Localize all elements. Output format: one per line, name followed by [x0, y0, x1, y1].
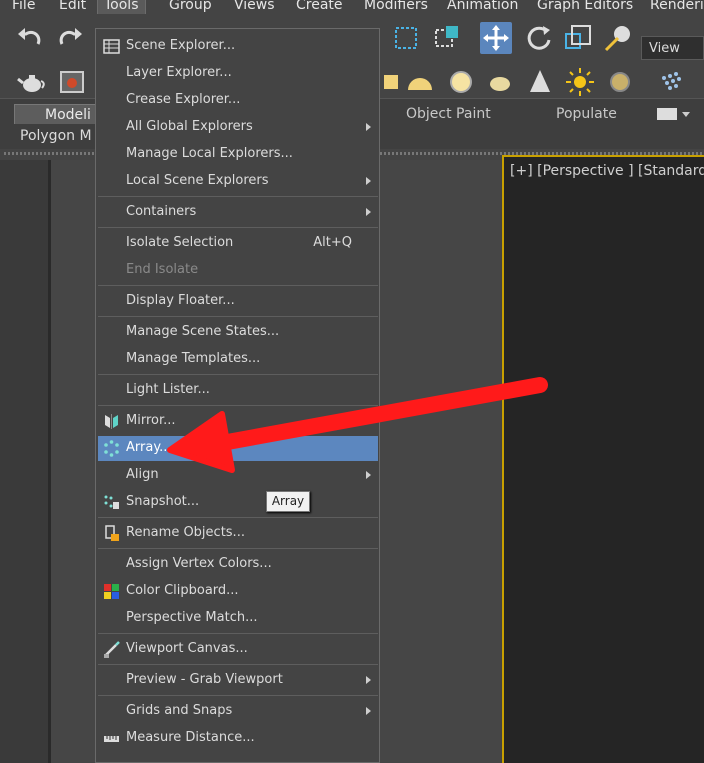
annotation-arrow: [167, 377, 548, 473]
